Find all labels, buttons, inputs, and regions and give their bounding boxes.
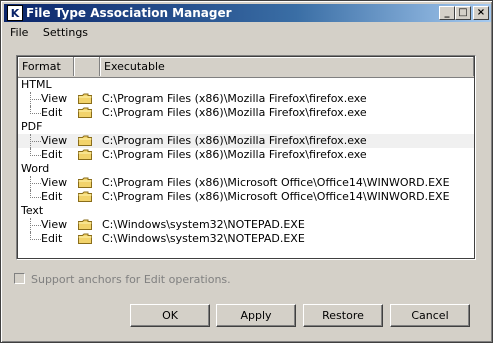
folder-icon[interactable] <box>78 191 92 202</box>
folder-icon[interactable] <box>78 93 92 104</box>
maximize-button[interactable]: □ <box>455 6 471 20</box>
app-icon[interactable]: K <box>7 5 23 21</box>
folder-icon[interactable] <box>78 135 92 146</box>
table-row[interactable]: Edit C:\Program Files (x86)\Microsoft Off… <box>18 190 474 204</box>
column-format[interactable]: Format <box>18 57 74 76</box>
table-row[interactable]: Edit C:\Program Files (x86)\Mozilla Firef… <box>18 106 474 120</box>
executable-path[interactable]: C:\Program Files (x86)\Mozilla Firefox\f… <box>102 106 367 119</box>
column-executable[interactable]: Executable <box>100 57 474 76</box>
tree-connector <box>30 148 41 156</box>
table-row[interactable]: Edit C:\Windows\system32\NOTEPAD.EXE <box>18 232 474 246</box>
format-label: PDF <box>21 120 43 133</box>
format-label: HTML <box>21 78 52 91</box>
restore-button[interactable]: Restore <box>303 304 383 327</box>
folder-icon[interactable] <box>78 233 92 244</box>
table-row[interactable]: View C:\Program Files (x86)\Mozilla Firef… <box>18 92 474 106</box>
ok-button[interactable]: OK <box>130 304 210 327</box>
menu-file[interactable]: File <box>4 24 33 40</box>
support-anchors-label: Support anchors for Edit operations. <box>31 273 231 286</box>
group-row[interactable]: HTML <box>18 78 474 92</box>
tree-connector <box>30 232 41 240</box>
executable-path[interactable]: C:\Program Files (x86)\Microsoft Office\… <box>102 190 450 203</box>
table-row[interactable]: View C:\Windows\system32\NOTEPAD.EXE <box>18 218 474 232</box>
tree-connector <box>30 183 31 190</box>
title-bar[interactable]: K File Type Association Manager _ □ × <box>4 4 491 22</box>
folder-icon[interactable] <box>78 219 92 230</box>
executable-path[interactable]: C:\Program Files (x86)\Mozilla Firefox\f… <box>102 134 367 147</box>
folder-icon[interactable] <box>78 149 92 160</box>
support-anchors-checkbox[interactable] <box>14 273 25 284</box>
action-label: View <box>41 92 68 105</box>
tree-connector <box>30 99 31 106</box>
menu-bar: File Settings <box>4 24 93 41</box>
group-row[interactable]: Text <box>18 204 474 218</box>
cancel-button[interactable]: Cancel <box>390 304 470 327</box>
tree-connector <box>30 218 41 226</box>
tree-connector <box>30 92 41 100</box>
action-label: Edit <box>41 190 63 203</box>
executable-path[interactable]: C:\Program Files (x86)\Mozilla Firefox\f… <box>102 148 367 161</box>
action-label: View <box>41 218 68 231</box>
group-row[interactable]: PDF <box>18 120 474 134</box>
action-label: View <box>41 176 68 189</box>
tree-connector <box>30 134 41 142</box>
tree-connector <box>30 141 31 148</box>
window-title: File Type Association Manager <box>26 6 232 20</box>
executable-path[interactable]: C:\Program Files (x86)\Microsoft Office\… <box>102 176 450 189</box>
association-table[interactable]: Format Executable HTML View C:\Program Fil… <box>16 55 476 260</box>
action-label: View <box>41 134 68 147</box>
minimize-button[interactable]: _ <box>439 6 455 20</box>
format-label: Text <box>21 204 44 217</box>
main-window: K File Type Association Manager _ □ × Fi… <box>0 0 493 343</box>
executable-path[interactable]: C:\Program Files (x86)\Mozilla Firefox\f… <box>102 92 367 105</box>
table-row[interactable]: Edit C:\Program Files (x86)\Mozilla Firef… <box>18 148 474 162</box>
format-label: Word <box>21 162 50 175</box>
menu-settings[interactable]: Settings <box>37 24 93 40</box>
folder-icon[interactable] <box>78 177 92 188</box>
table-row[interactable]: View C:\Program Files (x86)\Microsoft Off… <box>18 176 474 190</box>
folder-icon[interactable] <box>78 107 92 118</box>
tree-connector <box>30 190 41 198</box>
table-header: Format Executable <box>18 57 474 78</box>
apply-button[interactable]: Apply <box>216 304 296 327</box>
tree-connector <box>30 225 31 232</box>
group-row[interactable]: Word <box>18 162 474 176</box>
column-icon[interactable] <box>74 57 100 76</box>
tree-connector <box>30 176 41 184</box>
action-label: Edit <box>41 106 63 119</box>
action-label: Edit <box>41 148 63 161</box>
table-row[interactable]: View C:\Program Files (x86)\Mozilla Firef… <box>18 134 474 148</box>
close-button[interactable]: × <box>473 6 489 20</box>
tree-connector <box>30 106 41 114</box>
executable-path[interactable]: C:\Windows\system32\NOTEPAD.EXE <box>102 218 305 231</box>
executable-path[interactable]: C:\Windows\system32\NOTEPAD.EXE <box>102 232 305 245</box>
action-label: Edit <box>41 232 63 245</box>
